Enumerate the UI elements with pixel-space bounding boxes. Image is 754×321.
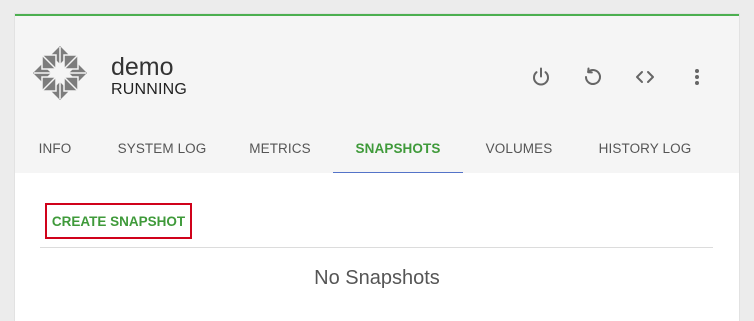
create-snapshot-button[interactable]: CREATE SNAPSHOT bbox=[45, 203, 192, 239]
empty-state-text: No Snapshots bbox=[314, 267, 440, 289]
vm-header: demo RUNNING INFO SYSTEM LOG METRICS SNA… bbox=[15, 16, 739, 174]
restart-icon[interactable] bbox=[581, 65, 605, 89]
power-icon[interactable] bbox=[529, 65, 553, 89]
tab-system-log[interactable]: SYSTEM LOG bbox=[101, 136, 223, 172]
console-icon[interactable] bbox=[633, 65, 657, 89]
divider bbox=[40, 247, 713, 248]
more-vertical-icon[interactable] bbox=[685, 65, 709, 89]
tab-history-log[interactable]: HISTORY LOG bbox=[585, 136, 705, 172]
centos-logo-icon bbox=[30, 43, 90, 103]
vm-actions bbox=[525, 65, 725, 89]
vm-name: demo bbox=[111, 53, 174, 81]
tab-volumes[interactable]: VOLUMES bbox=[473, 136, 565, 172]
vm-card: demo RUNNING INFO SYSTEM LOG METRICS SNA… bbox=[15, 14, 739, 321]
vm-tabs: INFO SYSTEM LOG METRICS SNAPSHOTS VOLUME… bbox=[15, 136, 739, 174]
tab-metrics[interactable]: METRICS bbox=[235, 136, 325, 172]
snapshots-panel: CREATE SNAPSHOT No Snapshots bbox=[15, 173, 739, 321]
tab-info[interactable]: INFO bbox=[25, 136, 85, 172]
tab-snapshots[interactable]: SNAPSHOTS bbox=[333, 136, 463, 172]
vm-status: RUNNING bbox=[111, 81, 188, 98]
